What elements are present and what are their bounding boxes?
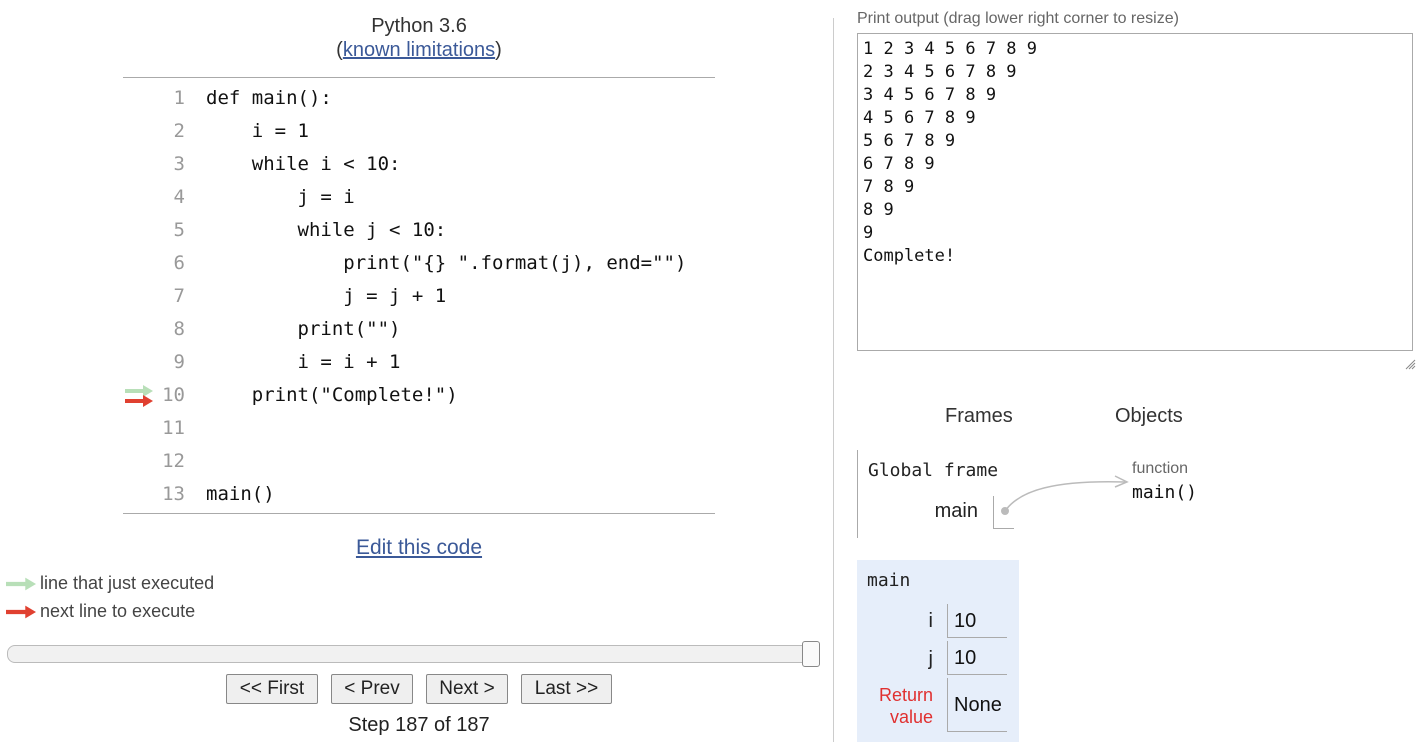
line-source: j = j + 1 — [206, 285, 447, 307]
legend-next-label: next line to execute — [40, 601, 196, 621]
line-number: 7 — [173, 285, 185, 307]
function-type-label: function — [1132, 460, 1189, 477]
line-number: 12 — [162, 450, 185, 472]
code-line: 5 while j < 10: — [123, 214, 723, 247]
step-slider-track[interactable] — [7, 645, 819, 663]
line-number: 11 — [162, 417, 185, 439]
code-line: 11 — [123, 412, 723, 445]
line-number: 10 — [162, 384, 185, 406]
function-object-main: main() — [1132, 482, 1198, 503]
print-output-label: Print output (drag lower right corner to… — [857, 10, 1179, 27]
code-top-rule — [123, 77, 715, 78]
return-value-label: Return value — [857, 684, 933, 728]
step-slider-thumb[interactable] — [802, 641, 820, 667]
line-number: 8 — [173, 318, 185, 340]
var-name-i: i — [928, 610, 933, 632]
return-value: None — [947, 678, 1007, 732]
code-line: 6 print("{} ".format(j), end="") — [123, 247, 723, 280]
objects-header: Objects — [1115, 405, 1183, 427]
code-bottom-rule — [123, 513, 715, 514]
main-frame-title: main — [867, 570, 911, 591]
return-label-line1: Return — [878, 685, 933, 705]
line-source: j = i — [206, 186, 355, 208]
var-value-i: 10 — [947, 604, 1007, 638]
global-frame: Global frame main — [857, 450, 1018, 538]
return-label-line2: value — [889, 707, 933, 727]
next-arrow-icon — [6, 605, 36, 619]
main-frame: main i 10 j 10 Return value None — [857, 560, 1019, 742]
edit-code-link[interactable]: Edit this code — [356, 536, 482, 559]
line-source: while j < 10: — [206, 219, 447, 241]
line-number: 2 — [173, 120, 185, 142]
code-line: 1 def main(): — [123, 82, 723, 115]
code-line: 9 i = i + 1 — [123, 346, 723, 379]
code-line: 3 while i < 10: — [123, 148, 723, 181]
line-number: 4 — [173, 186, 185, 208]
limitations-line: (known limitations) — [0, 39, 838, 62]
paren-close: ) — [495, 39, 502, 61]
next-button[interactable]: Next > — [426, 674, 508, 704]
edit-code-line: Edit this code — [0, 536, 838, 560]
known-limitations-link[interactable]: known limitations — [343, 39, 495, 61]
executed-arrow-icon — [6, 577, 36, 591]
code-line: 13 main() — [123, 478, 723, 511]
line-number: 1 — [173, 87, 185, 109]
code-line: 2 i = 1 — [123, 115, 723, 148]
legend-next: next line to execute — [0, 601, 400, 625]
line-source: def main(): — [206, 87, 332, 109]
global-frame-label: Global frame — [868, 460, 999, 481]
code-line: 4 j = i — [123, 181, 723, 214]
first-button[interactable]: << First — [226, 674, 318, 704]
code-line: 7 j = j + 1 — [123, 280, 723, 313]
line-source: main() — [206, 483, 275, 505]
code-line: 12 — [123, 445, 723, 478]
line-source: i = 1 — [206, 120, 309, 142]
line-source: while i < 10: — [206, 153, 401, 175]
code-line-current: 10 print("Complete!") — [123, 379, 723, 412]
legend-executed: line that just executed — [0, 573, 400, 597]
last-button[interactable]: Last >> — [521, 674, 612, 704]
frames-header: Frames — [945, 405, 1013, 427]
code-line: 8 print("") — [123, 313, 723, 346]
step-counter: Step 187 of 187 — [348, 714, 490, 736]
var-value-j: 10 — [947, 641, 1007, 675]
line-source: print("") — [206, 318, 401, 340]
prev-button[interactable]: < Prev — [331, 674, 413, 704]
reference-arrow-icon — [1001, 475, 1129, 515]
paren-open: ( — [336, 39, 343, 61]
line-number: 5 — [173, 219, 185, 241]
line-number: 3 — [173, 153, 185, 175]
line-source: print("Complete!") — [206, 384, 458, 406]
legend-executed-label: line that just executed — [40, 573, 215, 593]
global-var-main: main — [934, 500, 978, 522]
var-name-j: j — [928, 648, 933, 670]
line-number: 13 — [162, 483, 185, 505]
resize-grip-icon[interactable] — [1404, 358, 1416, 370]
line-source: i = i + 1 — [206, 351, 401, 373]
line-number: 6 — [173, 252, 185, 274]
language-label: Python 3.6 — [371, 15, 467, 37]
line-number: 9 — [173, 351, 185, 373]
line-source: print("{} ".format(j), end="") — [206, 252, 687, 274]
pane-divider[interactable] — [833, 18, 834, 742]
print-output-box[interactable]: 1 2 3 4 5 6 7 8 9 2 3 4 5 6 7 8 9 3 4 5 … — [857, 33, 1413, 351]
